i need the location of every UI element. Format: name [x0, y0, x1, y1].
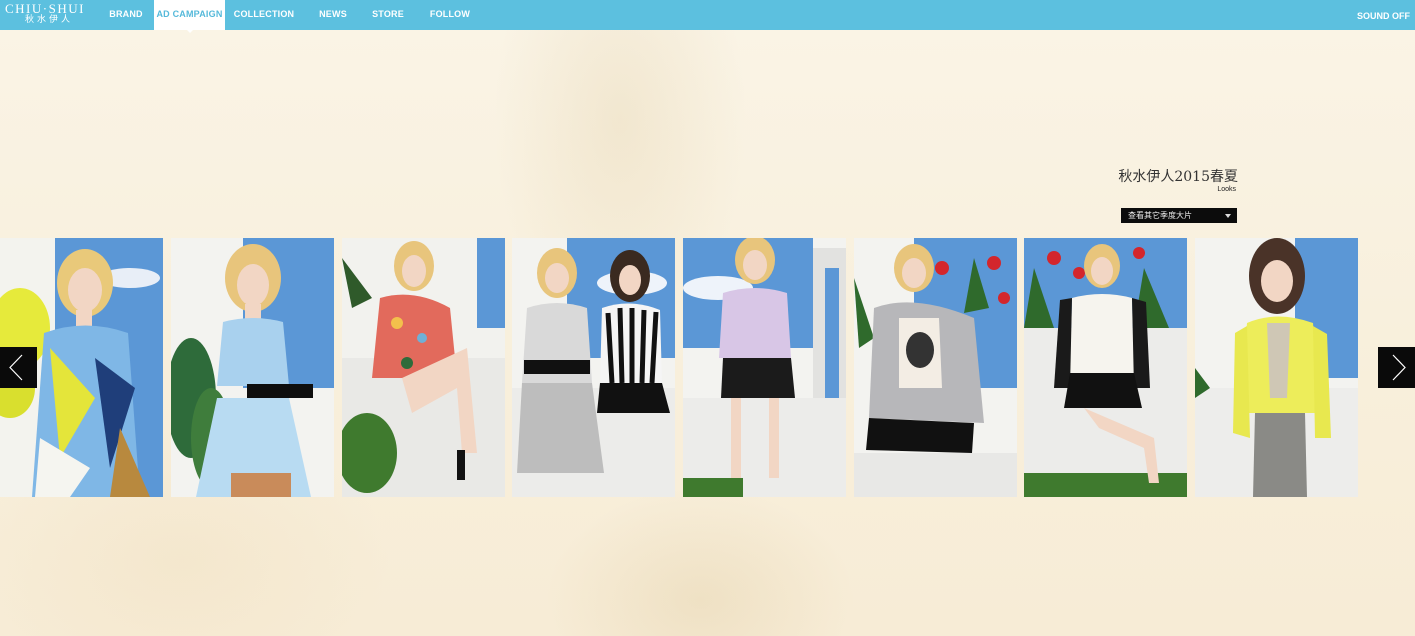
nav-item-ad-campaign[interactable]: AD CAMPAIGN	[154, 0, 225, 33]
look-photo-8	[1195, 238, 1358, 497]
nav-item-collection[interactable]: COLLECTION	[231, 0, 297, 30]
nav-item-store[interactable]: STORE	[367, 0, 409, 30]
season-select-dropdown[interactable]: 查看其它季度大片	[1121, 208, 1237, 223]
nav-item-brand[interactable]: BRAND	[104, 0, 148, 30]
sound-toggle[interactable]: SOUND OFF	[1357, 0, 1410, 30]
season-heading: 秋水伊人2015春夏 Looks	[1100, 168, 1238, 194]
look-image-7[interactable]	[1024, 238, 1187, 497]
chevron-right-icon	[1392, 354, 1406, 381]
brand-logo[interactable]: CHIU·SHUI 秋水伊人	[5, 2, 91, 28]
gallery-prev-button[interactable]	[0, 347, 37, 388]
caret-down-icon	[1225, 214, 1231, 218]
look-image-5[interactable]	[683, 238, 846, 497]
look-photo-5	[683, 238, 846, 497]
look-photo-3	[342, 238, 505, 497]
look-image-8[interactable]	[1195, 238, 1358, 497]
gallery-next-button[interactable]	[1378, 347, 1415, 388]
season-subtitle: Looks	[1217, 186, 1236, 193]
look-photo-7	[1024, 238, 1187, 497]
season-title: 秋水伊人2015春夏	[1118, 169, 1238, 185]
look-image-4[interactable]	[512, 238, 675, 497]
look-image-2[interactable]	[171, 238, 334, 497]
chevron-left-icon	[9, 354, 23, 381]
look-image-3[interactable]	[342, 238, 505, 497]
brand-logo-text: CHIU·SHUI	[5, 1, 85, 16]
brand-logo-chinese: 秋水伊人	[25, 15, 74, 25]
season-select-label: 查看其它季度大片	[1128, 211, 1192, 220]
look-photo-2	[171, 238, 334, 497]
look-image-6[interactable]	[854, 238, 1017, 497]
look-photo-6	[854, 238, 1017, 497]
look-photo-4	[512, 238, 675, 497]
top-navigation-bar: CHIU·SHUI 秋水伊人 BRAND AD CAMPAIGN COLLECT…	[0, 0, 1415, 33]
look-gallery	[0, 238, 1415, 497]
nav-item-news[interactable]: NEWS	[313, 0, 353, 30]
nav-item-follow[interactable]: FOLLOW	[424, 0, 476, 30]
